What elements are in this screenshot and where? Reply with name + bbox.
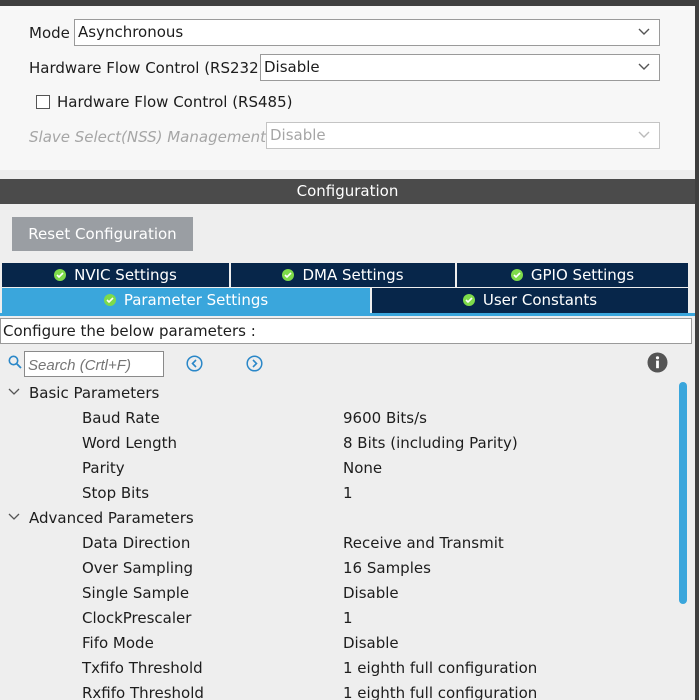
parameter-name: Parity <box>82 459 125 477</box>
parameter-name: Single Sample <box>82 584 190 602</box>
tab-label: User Constants <box>482 291 598 309</box>
tab-label: Parameter Settings <box>123 291 269 309</box>
check-circle-icon <box>462 294 475 306</box>
parameter-name: Baud Rate <box>82 409 160 427</box>
hw-flow-rs232-value: Disable <box>264 58 320 76</box>
parameter-name: Txfifo Threshold <box>82 659 203 677</box>
check-circle-icon <box>282 269 295 281</box>
tab-label: NVIC Settings <box>74 266 177 284</box>
chevron-left-circle-icon[interactable] <box>186 355 203 372</box>
parameter-name: Stop Bits <box>82 484 150 502</box>
chevron-down-icon <box>638 131 650 138</box>
parameter-row[interactable]: Word Length 8 Bits (including Parity) <box>0 431 676 456</box>
parameter-value: Receive and Transmit <box>343 534 504 552</box>
check-circle-icon <box>510 269 523 281</box>
parameter-row[interactable]: ClockPrescaler 1 <box>0 606 676 631</box>
parameter-value: 1 eighth full configuration <box>343 659 538 677</box>
parameter-value: 1 <box>343 609 353 627</box>
description-text: Configure the below parameters : <box>3 322 256 340</box>
check-circle-icon <box>54 269 67 281</box>
nss-select[interactable]: Disable <box>266 122 660 149</box>
parameter-value: Disable <box>343 584 399 602</box>
parameter-value: 1 eighth full configuration <box>343 684 538 700</box>
parameter-row[interactable]: Stop Bits 1 <box>0 481 676 506</box>
parameter-row[interactable]: Txfifo Threshold 1 eighth full configura… <box>0 656 676 681</box>
parameter-name: Fifo Mode <box>82 634 154 652</box>
info-icon[interactable] <box>647 352 668 373</box>
parameter-name: Data Direction <box>82 534 191 552</box>
chevron-down-icon[interactable] <box>8 388 20 396</box>
reset-configuration-button[interactable]: Reset Configuration <box>12 217 193 251</box>
hw-flow-rs232-label: Hardware Flow Control (RS232) <box>29 59 265 77</box>
tab-parameter-settings[interactable]: Parameter Settings <box>2 288 370 313</box>
parameter-row[interactable]: Fifo Mode Disable <box>0 631 676 656</box>
tab-gpio-settings[interactable]: GPIO Settings <box>457 263 688 287</box>
hw-flow-rs485-label: Hardware Flow Control (RS485) <box>57 93 293 111</box>
scrollbar-thumb[interactable] <box>679 382 687 604</box>
right-border <box>695 0 699 700</box>
search-input[interactable] <box>24 351 164 377</box>
tab-strip-border <box>0 313 695 316</box>
chevron-down-icon <box>638 28 650 35</box>
hw-flow-rs485-checkbox[interactable] <box>36 95 50 109</box>
parameter-value: 1 <box>343 484 353 502</box>
parameter-row[interactable]: Data Direction Receive and Transmit <box>0 531 676 556</box>
group-label: Advanced Parameters <box>29 509 194 527</box>
parameter-tree: Basic Parameters Baud Rate 9600 Bits/s W… <box>0 381 676 700</box>
parameter-name: ClockPrescaler <box>82 609 192 627</box>
parameter-row[interactable]: Over Sampling 16 Samples <box>0 556 676 581</box>
mode-label: Mode <box>29 24 70 42</box>
check-circle-icon <box>103 294 116 306</box>
nss-value: Disable <box>270 126 326 144</box>
chevron-down-icon <box>638 63 650 70</box>
parameter-row[interactable]: Rxfifo Threshold 1 eighth full configura… <box>0 681 676 700</box>
parameter-row[interactable]: Parity None <box>0 456 676 481</box>
parameter-value: 8 Bits (including Parity) <box>343 434 518 452</box>
nss-label: Slave Select(NSS) Management <box>29 128 267 146</box>
configuration-header: Configuration <box>0 179 695 204</box>
group-label: Basic Parameters <box>29 384 160 402</box>
configuration-title: Configuration <box>296 182 399 200</box>
tab-label: GPIO Settings <box>530 266 635 284</box>
parameter-row[interactable]: Single Sample Disable <box>0 581 676 606</box>
tab-dma-settings[interactable]: DMA Settings <box>231 263 455 287</box>
parameter-row[interactable]: Baud Rate 9600 Bits/s <box>0 406 676 431</box>
tab-user-constants[interactable]: User Constants <box>372 288 688 313</box>
mode-select-value: Asynchronous <box>78 23 184 41</box>
parameter-name: Word Length <box>82 434 178 452</box>
group-advanced-parameters[interactable]: Advanced Parameters <box>0 506 676 531</box>
parameters-description: Configure the below parameters : <box>0 318 692 344</box>
parameter-value: None <box>343 459 383 477</box>
parameter-value: Disable <box>343 634 399 652</box>
parameter-name: Over Sampling <box>82 559 194 577</box>
parameter-value: 9600 Bits/s <box>343 409 427 427</box>
hw-flow-rs232-select[interactable]: Disable <box>260 54 660 81</box>
mode-select[interactable]: Asynchronous <box>74 19 660 46</box>
tab-nvic-settings[interactable]: NVIC Settings <box>2 263 229 287</box>
parameter-value: 16 Samples <box>343 559 431 577</box>
chevron-right-circle-icon[interactable] <box>246 355 263 372</box>
chevron-down-icon[interactable] <box>8 513 20 521</box>
group-basic-parameters[interactable]: Basic Parameters <box>0 381 676 406</box>
parameter-name: Rxfifo Threshold <box>82 684 204 700</box>
search-icon <box>8 355 22 369</box>
tab-label: DMA Settings <box>302 266 404 284</box>
